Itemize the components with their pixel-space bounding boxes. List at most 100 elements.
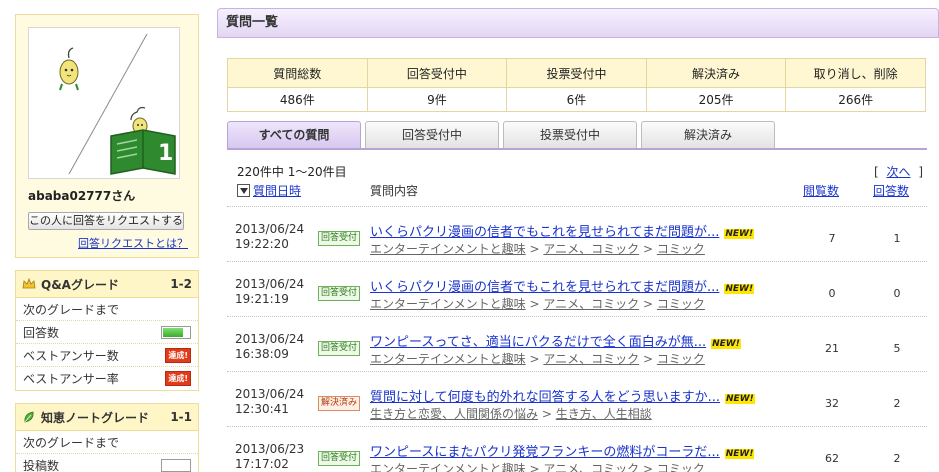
request-answer-button[interactable]: この人に回答をリクエストする bbox=[28, 212, 184, 230]
main-content: 質問一覧 質問総数 回答受付中 投票受付中 解決済み 取り消し、削除 486件 … bbox=[217, 8, 939, 472]
tab-all-questions[interactable]: すべての質問 bbox=[227, 121, 361, 148]
stats-value: 9件 bbox=[366, 87, 508, 112]
status-badge: 回答受付 bbox=[318, 341, 361, 356]
sprout-character-icon bbox=[59, 47, 79, 91]
category-link[interactable]: 生き方、人生相談 bbox=[556, 407, 652, 421]
sort-by-answers-link[interactable]: 回答数 bbox=[873, 182, 909, 199]
tab-accepting-votes[interactable]: 投票受付中 bbox=[503, 121, 637, 148]
tab-resolved[interactable]: 解決済み bbox=[641, 121, 775, 148]
breadcrumb-separator: > bbox=[541, 407, 552, 421]
question-date: 2013/06/24 bbox=[235, 387, 305, 401]
new-badge: NEW! bbox=[724, 284, 755, 294]
question-datetime: 2013/06/24 19:22:20 bbox=[235, 222, 304, 252]
new-badge: NEW! bbox=[725, 394, 755, 404]
breadcrumb-separator: > bbox=[642, 297, 654, 311]
status-badge: 回答受付 bbox=[318, 451, 361, 466]
crown-icon bbox=[22, 277, 36, 289]
question-title: いくらパクリ漫画の信者でもこれを見せられてまだ問題が... bbox=[370, 225, 720, 240]
qa-grade-level: 1-2 bbox=[170, 277, 192, 291]
question-title-link[interactable]: ワンピースってさ、適当にパクるだけで全く面白みが無... NEW! bbox=[370, 331, 741, 350]
category-link[interactable]: エンターテインメントと趣味 bbox=[370, 297, 526, 311]
category-link[interactable]: アニメ、コミック bbox=[543, 352, 639, 366]
status-badge: 解決済み bbox=[318, 396, 361, 411]
category-link[interactable]: コミック bbox=[657, 297, 705, 311]
grade-row: 投稿数 bbox=[16, 454, 198, 472]
question-title: ワンピースってさ、適当にパクるだけで全く面白みが無... bbox=[370, 335, 707, 350]
stats-header: 質問総数 bbox=[227, 58, 368, 88]
achieved-badge: 達成! bbox=[165, 347, 191, 363]
sort-desc-icon[interactable] bbox=[237, 184, 250, 197]
note-grade-box: 知恵ノートグレード 1-1 次のグレードまで 投稿数 bbox=[15, 403, 199, 472]
question-row: 2013/06/24 19:22:20 回答受付 いくらパクリ漫画の信者でもこれを見せ… bbox=[227, 206, 927, 261]
category-link[interactable]: 生き方と恋愛、人間関係の悩み bbox=[370, 407, 538, 421]
note-grade-header: 知恵ノートグレード 1-1 bbox=[16, 404, 198, 431]
bracket-close: ] bbox=[918, 165, 923, 179]
question-datetime: 2013/06/24 19:21:19 bbox=[235, 277, 304, 307]
question-row: 2013/06/24 12:30:41 解決済み 質問に対して何度も的外れな回答する人… bbox=[227, 371, 927, 426]
stats-header: 回答受付中 bbox=[366, 58, 508, 88]
sort-by-date-link[interactable]: 質問日時 bbox=[253, 182, 301, 199]
left-sidebar: 1 ababa02777さん この人に回答をリクエストする 回答リクエストとは？… bbox=[15, 14, 199, 472]
progress-meter-fill bbox=[163, 327, 183, 337]
breadcrumb-separator: > bbox=[529, 297, 540, 311]
category-breadcrumb: エンターテインメントと趣味 > アニメ、コミック > コミック bbox=[370, 350, 705, 367]
tab-accepting-answers[interactable]: 回答受付中 bbox=[365, 121, 499, 148]
grade-row: 次のグレードまで bbox=[16, 431, 198, 454]
grade-row: 次のグレードまで bbox=[16, 298, 198, 321]
category-breadcrumb: エンターテインメントと趣味 > アニメ、コミック > コミック bbox=[370, 460, 705, 472]
progress-meter bbox=[161, 325, 191, 339]
grade-row-label: ベストアンサー率 bbox=[23, 372, 119, 386]
qa-grade-box: Q&Aグレード 1-2 次のグレードまで 回答数 ベストアンサー数 達成! ベス… bbox=[15, 270, 199, 391]
question-date: 2013/06/23 bbox=[235, 442, 305, 456]
question-row: 2013/06/24 16:38:09 回答受付 ワンピースってさ、適当にパクるだけで… bbox=[227, 316, 927, 371]
sort-by-views-link[interactable]: 閲覧数 bbox=[803, 182, 839, 199]
question-date: 2013/06/24 bbox=[235, 222, 305, 236]
category-link[interactable]: アニメ、コミック bbox=[543, 462, 639, 472]
question-time: 19:22:20 bbox=[235, 237, 289, 251]
breadcrumb-separator: > bbox=[529, 352, 540, 366]
question-title-link[interactable]: 質問に対して何度も的外れな回答する人をどう思いますか... NEW! bbox=[370, 386, 755, 405]
category-link[interactable]: コミック bbox=[657, 462, 705, 472]
answer-count: 1 bbox=[893, 232, 901, 245]
question-title-link[interactable]: ワンピースにまたパクリ発覚フランキーの燃料がコーラだ... NEW! bbox=[370, 441, 755, 460]
category-link[interactable]: エンターテインメントと趣味 bbox=[370, 352, 526, 366]
breadcrumb-separator: > bbox=[529, 462, 540, 472]
request-help-link[interactable]: 回答リクエストとは？ bbox=[78, 237, 188, 250]
category-breadcrumb: エンターテインメントと趣味 > アニメ、コミック > コミック bbox=[370, 295, 705, 312]
category-link[interactable]: エンターテインメントと趣味 bbox=[370, 242, 526, 256]
next-page-link[interactable]: 次へ bbox=[886, 165, 910, 179]
avatar-badge: 1 bbox=[158, 141, 173, 166]
view-count: 62 bbox=[825, 452, 839, 465]
question-time: 16:38:09 bbox=[235, 347, 289, 361]
new-badge: NEW! bbox=[711, 339, 741, 349]
grade-row-label: ベストアンサー数 bbox=[23, 348, 119, 363]
category-link[interactable]: エンターテインメントと趣味 bbox=[370, 462, 526, 472]
category-link[interactable]: アニメ、コミック bbox=[543, 297, 639, 311]
question-title: いくらパクリ漫画の信者でもこれを見せられてまだ問題が... bbox=[370, 280, 720, 295]
question-time: 19:21:19 bbox=[235, 292, 289, 306]
category-link[interactable]: コミック bbox=[657, 352, 705, 366]
question-row: 2013/06/24 19:21:19 回答受付 いくらパクリ漫画の信者でもこれを見せ… bbox=[227, 261, 927, 316]
question-title-link[interactable]: いくらパクリ漫画の信者でもこれを見せられてまだ問題が... NEW! bbox=[370, 276, 755, 295]
new-badge: NEW! bbox=[724, 229, 755, 239]
stats-value: 6件 bbox=[506, 87, 647, 112]
question-datetime: 2013/06/24 16:38:09 bbox=[235, 332, 304, 362]
answer-count: 5 bbox=[893, 342, 901, 355]
question-title: ワンピースにまたパクリ発覚フランキーの燃料がコーラだ... bbox=[370, 445, 720, 460]
grade-row: 回答数 bbox=[16, 321, 198, 344]
avatar[interactable]: 1 bbox=[28, 27, 180, 179]
page-title: 質問一覧 bbox=[217, 8, 939, 38]
grade-row-label: 次のグレードまで bbox=[23, 302, 120, 317]
question-date: 2013/06/24 bbox=[235, 277, 305, 291]
stats-header: 解決済み bbox=[645, 58, 787, 88]
grade-row-label: 次のグレードまで bbox=[23, 435, 120, 450]
category-link[interactable]: アニメ、コミック bbox=[543, 242, 639, 256]
answer-count: 0 bbox=[893, 287, 901, 300]
question-time: 17:17:02 bbox=[235, 457, 289, 471]
grade-row-label: 回答数 bbox=[23, 325, 60, 340]
view-count: 0 bbox=[828, 287, 836, 300]
category-link[interactable]: コミック bbox=[657, 242, 705, 256]
breadcrumb-separator: > bbox=[642, 352, 654, 366]
question-title-link[interactable]: いくらパクリ漫画の信者でもこれを見せられてまだ問題が... NEW! bbox=[370, 221, 755, 240]
category-breadcrumb: エンターテインメントと趣味 > アニメ、コミック > コミック bbox=[370, 240, 705, 257]
